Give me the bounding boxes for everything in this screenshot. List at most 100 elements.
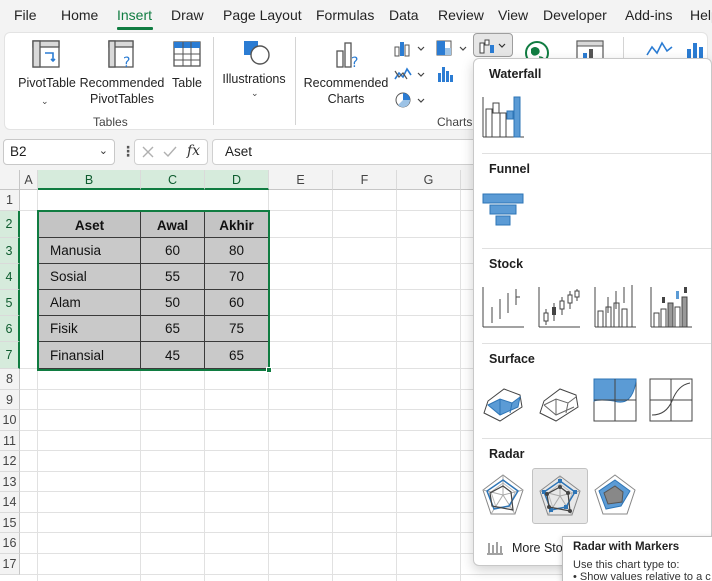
- menu-formulas[interactable]: Formulas: [316, 7, 374, 23]
- volume-open-high-low-close-icon[interactable]: [648, 283, 694, 329]
- menu-file[interactable]: File: [14, 7, 37, 23]
- menu-insert[interactable]: Insert: [117, 7, 152, 23]
- waterfall-funnel-stock-dropdown-button[interactable]: [473, 33, 513, 57]
- section-title-surface: Surface: [489, 352, 535, 366]
- more-charts-icon: [487, 542, 503, 555]
- row-header-12[interactable]: 12: [0, 451, 20, 472]
- row-header-8[interactable]: 8: [0, 369, 20, 390]
- group-separator: [213, 37, 214, 125]
- menu-data[interactable]: Data: [389, 7, 419, 23]
- row-header-4[interactable]: 4: [0, 264, 20, 290]
- svg-text:?: ?: [123, 55, 130, 71]
- filled-radar-icon[interactable]: [592, 472, 638, 518]
- pie-chart-icon[interactable]: [393, 91, 427, 109]
- chevron-down-icon: ⌄: [41, 96, 49, 106]
- row-header-9[interactable]: 9: [0, 390, 20, 410]
- row-header-6[interactable]: 6: [0, 316, 20, 342]
- illustrations-button[interactable]: Illustrations ⌄: [219, 35, 289, 109]
- column-header-e[interactable]: E: [269, 170, 333, 190]
- menu-review[interactable]: Review: [438, 7, 484, 23]
- fill-handle[interactable]: [266, 367, 272, 373]
- formula-actions: fx: [134, 139, 208, 165]
- pivottable-icon: [32, 40, 60, 68]
- wireframe-contour-icon[interactable]: [648, 377, 694, 423]
- waterfall-chart-icon[interactable]: [480, 93, 526, 139]
- recommended-pivottable-icon: ?: [108, 40, 134, 71]
- gridline: [332, 190, 333, 581]
- funnel-chart-icon[interactable]: [480, 188, 526, 234]
- 3d-surface-icon[interactable]: [480, 377, 526, 423]
- menu-add-ins[interactable]: Add-ins: [625, 7, 672, 23]
- section-divider: [482, 438, 711, 439]
- pivottable-button[interactable]: PivotTable ⌄: [15, 37, 79, 111]
- tooltip-line-2: • Show values relative to a c: [573, 571, 711, 581]
- gridline: [204, 369, 205, 581]
- open-high-low-close-icon[interactable]: [536, 283, 582, 329]
- name-box[interactable]: B2 ⌄: [3, 139, 115, 165]
- section-divider: [482, 248, 711, 249]
- row-header-7[interactable]: 7: [0, 342, 20, 369]
- svg-text:?: ?: [351, 55, 358, 71]
- recommended-charts-button[interactable]: ? Recommended Charts: [303, 37, 389, 111]
- radar-icon[interactable]: [480, 472, 526, 518]
- row-header-16[interactable]: 16: [0, 533, 20, 554]
- column-header-c[interactable]: C: [141, 170, 205, 190]
- pivottable-label: PivotTable: [18, 76, 76, 90]
- recommended-pivottables-button[interactable]: ? Recommended PivotTables: [79, 37, 165, 111]
- column-header-a[interactable]: A: [20, 170, 38, 190]
- chevron-down-icon[interactable]: ⌄: [99, 144, 108, 157]
- menu-bar: File Home Insert Draw Page Layout Formul…: [0, 0, 712, 30]
- menu-help[interactable]: Help: [690, 7, 712, 23]
- group-separator: [295, 37, 296, 125]
- radar-with-markers-icon[interactable]: [532, 468, 588, 524]
- column-chart-icon[interactable]: [393, 39, 427, 57]
- column-header-b[interactable]: B: [38, 170, 141, 190]
- row-header-5[interactable]: 5: [0, 290, 20, 316]
- table-button[interactable]: Table: [167, 37, 207, 111]
- section-title-stock: Stock: [489, 257, 524, 271]
- high-low-close-icon[interactable]: [480, 283, 526, 329]
- recommended-charts-label-1: Recommended: [303, 76, 389, 90]
- column-header-f[interactable]: F: [333, 170, 397, 190]
- menu-view[interactable]: View: [498, 7, 528, 23]
- recommended-pivottables-label-2: PivotTables: [90, 92, 154, 106]
- row-header-14[interactable]: 14: [0, 492, 20, 513]
- row-header-11[interactable]: 11: [0, 431, 20, 451]
- selection-range-border: [37, 210, 270, 371]
- more-charts-label[interactable]: More Sto: [512, 541, 563, 555]
- section-divider: [482, 343, 711, 344]
- hierarchy-chart-icon[interactable]: [435, 39, 471, 57]
- group-label-tables: Tables: [93, 115, 128, 129]
- menu-draw[interactable]: Draw: [171, 7, 204, 23]
- name-box-value: B2: [10, 144, 27, 159]
- contour-icon[interactable]: [592, 377, 638, 423]
- volume-high-low-close-icon[interactable]: [592, 283, 638, 329]
- shapes-icon: [244, 41, 270, 65]
- row-header-13[interactable]: 13: [0, 472, 20, 492]
- enter-check-icon[interactable]: [163, 145, 177, 159]
- more-options-icon[interactable]: ⋮: [121, 143, 135, 160]
- statistic-chart-icon[interactable]: [435, 65, 471, 83]
- menu-developer[interactable]: Developer: [543, 7, 607, 23]
- row-header-1[interactable]: 1: [0, 190, 20, 211]
- row-header-3[interactable]: 3: [0, 238, 20, 264]
- table-icon: [173, 41, 201, 67]
- row-header-17[interactable]: 17: [0, 554, 20, 575]
- gridline: [396, 190, 397, 581]
- tooltip-title: Radar with Markers: [573, 541, 680, 553]
- column-header-d[interactable]: D: [205, 170, 269, 190]
- cancel-icon[interactable]: [141, 145, 155, 159]
- wireframe-3d-surface-icon[interactable]: [536, 377, 582, 423]
- menu-page-layout[interactable]: Page Layout: [223, 7, 302, 23]
- menu-home[interactable]: Home: [61, 7, 98, 23]
- chevron-down-icon: ⌄: [251, 88, 259, 98]
- row-header-2[interactable]: 2: [0, 211, 20, 238]
- row-header-10[interactable]: 10: [0, 410, 20, 431]
- insert-function-icon[interactable]: fx: [187, 143, 200, 159]
- select-all-corner[interactable]: [0, 170, 20, 190]
- column-header-g[interactable]: G: [397, 170, 461, 190]
- table-label: Table: [172, 76, 202, 90]
- line-chart-icon[interactable]: [393, 65, 427, 83]
- tooltip-line-1: Use this chart type to:: [573, 559, 680, 571]
- row-header-15[interactable]: 15: [0, 513, 20, 533]
